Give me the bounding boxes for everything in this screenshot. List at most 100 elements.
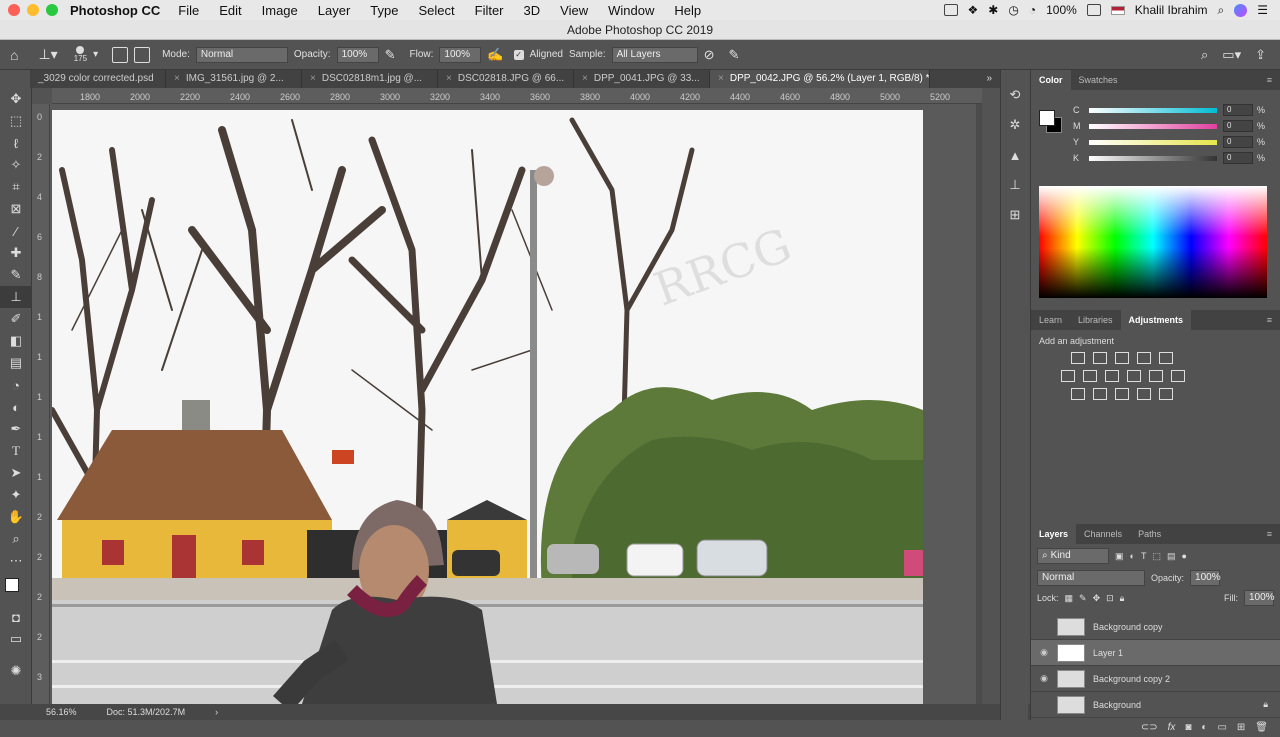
menu-layer[interactable]: Layer <box>318 3 351 18</box>
delete-layer-icon[interactable]: 🗑︎ <box>1255 722 1268 733</box>
layer-name[interactable]: Layer 1 <box>1093 648 1123 658</box>
lock-all-icon[interactable]: 🔒︎ <box>1120 593 1125 604</box>
clone-stamp-preset-icon[interactable]: ⊥▾ <box>38 46 57 63</box>
menu-help[interactable]: Help <box>674 3 701 18</box>
tab-document[interactable]: × DPP_0041.JPG @ 33... <box>574 70 710 88</box>
slider-yellow[interactable]: Y 0% <box>1031 134 1280 150</box>
new-adjustment-icon[interactable]: ◐ <box>1201 722 1207 733</box>
canvas-area[interactable]: RRCG <box>50 104 982 704</box>
fill-input[interactable]: 100% <box>1244 590 1275 606</box>
pressure-size-icon[interactable]: ✎ <box>729 47 740 63</box>
magenta-value[interactable]: 0 <box>1223 120 1253 132</box>
menu-image[interactable]: Image <box>262 3 298 18</box>
layer-name[interactable]: Background copy 2 <box>1093 674 1170 684</box>
document-image[interactable]: RRCG <box>52 110 923 704</box>
close-tab-icon[interactable]: × <box>718 73 724 84</box>
brush-preview[interactable]: 175 <box>74 46 87 63</box>
color-spectrum[interactable] <box>1039 186 1267 298</box>
zoom-window-button[interactable] <box>46 4 58 16</box>
zoom-tool-icon[interactable]: ⌕ <box>0 528 32 550</box>
gradient-tool-icon[interactable]: ▤ <box>0 352 32 374</box>
ignore-adjustment-layers-icon[interactable]: ⊘ <box>704 47 715 63</box>
tab-channels[interactable]: Channels <box>1076 524 1130 544</box>
foreground-color-swatch[interactable] <box>1039 110 1055 126</box>
document-size[interactable]: Doc: 51.3M/202.7M <box>107 707 186 717</box>
hand-tool-icon[interactable]: ✋ <box>0 506 32 528</box>
photo-filter-icon[interactable] <box>1127 370 1141 382</box>
home-icon[interactable]: ⌂ <box>10 47 18 63</box>
close-tab-icon[interactable]: × <box>582 73 588 84</box>
filter-adjustment-icon[interactable]: ◐ <box>1130 551 1135 561</box>
close-window-button[interactable] <box>8 4 20 16</box>
brush-dropdown-icon[interactable]: ▾ <box>93 49 98 60</box>
user-name[interactable]: Khalil Ibrahim <box>1135 3 1208 17</box>
color-lookup-icon[interactable] <box>1171 370 1185 382</box>
filter-shape-icon[interactable]: ⬚ <box>1152 551 1161 562</box>
flag-icon[interactable] <box>1110 5 1125 15</box>
path-selection-tool-icon[interactable]: ➤ <box>0 462 32 484</box>
app-name[interactable]: Photoshop CC <box>70 3 160 18</box>
properties-panel-icon[interactable]: ✲ <box>1001 110 1029 140</box>
share-icon[interactable]: ⇪ <box>1255 47 1266 63</box>
yellow-bar[interactable] <box>1089 139 1217 145</box>
clone-source-panel-icon[interactable]: ⊥ <box>1001 170 1029 200</box>
blur-tool-icon[interactable]: ◔ <box>0 374 32 396</box>
edit-toolbar-icon[interactable]: ⋯ <box>0 550 32 572</box>
pressure-opacity-icon[interactable]: ✎ <box>385 47 396 63</box>
crop-tool-icon[interactable]: ⌗ <box>0 176 32 198</box>
dodge-tool-icon[interactable]: ◐ <box>0 396 32 418</box>
posterize-icon[interactable] <box>1093 388 1107 400</box>
type-tool-icon[interactable]: T <box>0 440 32 462</box>
filter-toggle-icon[interactable]: ● <box>1181 551 1186 561</box>
curves-icon[interactable] <box>1115 352 1129 364</box>
battery-label[interactable]: 100% <box>1046 3 1077 17</box>
layer-opacity-input[interactable]: 100% <box>1190 570 1221 586</box>
cyan-bar[interactable] <box>1089 107 1217 113</box>
black-white-icon[interactable] <box>1105 370 1119 382</box>
layer-row-selected[interactable]: ◉ Layer 1 <box>1031 640 1280 666</box>
airbrush-icon[interactable]: ✍ <box>487 47 503 63</box>
lock-artboard-icon[interactable]: ⊡ <box>1106 593 1114 604</box>
add-mask-icon[interactable]: ◙ <box>1185 722 1191 733</box>
eye-icon[interactable]: ◉ <box>1031 673 1057 684</box>
zoom-level[interactable]: 56.16% <box>46 707 77 717</box>
eraser-tool-icon[interactable]: ◧ <box>0 330 32 352</box>
slider-cyan[interactable]: C 0% <box>1031 102 1280 118</box>
exposure-icon[interactable] <box>1137 352 1151 364</box>
panel-menu-icon[interactable]: ≡ <box>1259 524 1280 544</box>
filter-pixel-icon[interactable]: ▣ <box>1115 551 1124 562</box>
dropbox-icon[interactable]: ❖ <box>968 3 979 17</box>
battery-icon[interactable] <box>1086 4 1101 16</box>
tab-document[interactable]: × DSC02818m1.jpg @... <box>302 70 438 88</box>
tab-document[interactable]: _3029 color corrected.psd <box>30 70 166 88</box>
menu-view[interactable]: View <box>560 3 588 18</box>
filter-smart-object-icon[interactable]: ▤ <box>1167 551 1176 562</box>
slider-black[interactable]: K 0% <box>1031 150 1280 166</box>
tab-adjustments[interactable]: Adjustments <box>1120 310 1192 330</box>
tab-learn[interactable]: Learn <box>1031 310 1070 330</box>
tab-libraries[interactable]: Libraries <box>1070 310 1121 330</box>
slider-magenta[interactable]: M 0% <box>1031 118 1280 134</box>
channel-mixer-icon[interactable] <box>1149 370 1163 382</box>
layer-style-icon[interactable]: fx <box>1168 722 1176 733</box>
sample-select[interactable]: All Layers <box>611 46 698 63</box>
more-tabs-icon[interactable]: » <box>986 70 1000 88</box>
shape-tool-icon[interactable]: ✦ <box>0 484 32 506</box>
pen-tool-icon[interactable]: ✒ <box>0 418 32 440</box>
menu-file[interactable]: File <box>178 3 199 18</box>
menu-3d[interactable]: 3D <box>524 3 541 18</box>
aligned-checkbox[interactable]: ✓ <box>513 49 524 60</box>
move-tool-icon[interactable]: ✥ <box>0 88 32 110</box>
tab-document[interactable]: × DSC02818.JPG @ 66... <box>438 70 574 88</box>
menu-window[interactable]: Window <box>608 3 654 18</box>
lock-position-icon[interactable]: ✥ <box>1093 593 1101 604</box>
tab-document-active[interactable]: × DPP_0042.JPG @ 56.2% (Layer 1, RGB/8) * <box>710 70 930 88</box>
invert-icon[interactable] <box>1071 388 1085 400</box>
history-brush-tool-icon[interactable]: ✐ <box>0 308 32 330</box>
tab-document[interactable]: × IMG_31561.jpg @ 2... <box>166 70 302 88</box>
black-bar[interactable] <box>1089 155 1217 161</box>
tab-swatches[interactable]: Swatches <box>1071 70 1126 90</box>
lock-transparent-icon[interactable]: ▦ <box>1065 593 1074 604</box>
screen-mode-icon[interactable]: ▭ <box>0 628 32 650</box>
new-group-icon[interactable]: ▭ <box>1217 722 1226 733</box>
